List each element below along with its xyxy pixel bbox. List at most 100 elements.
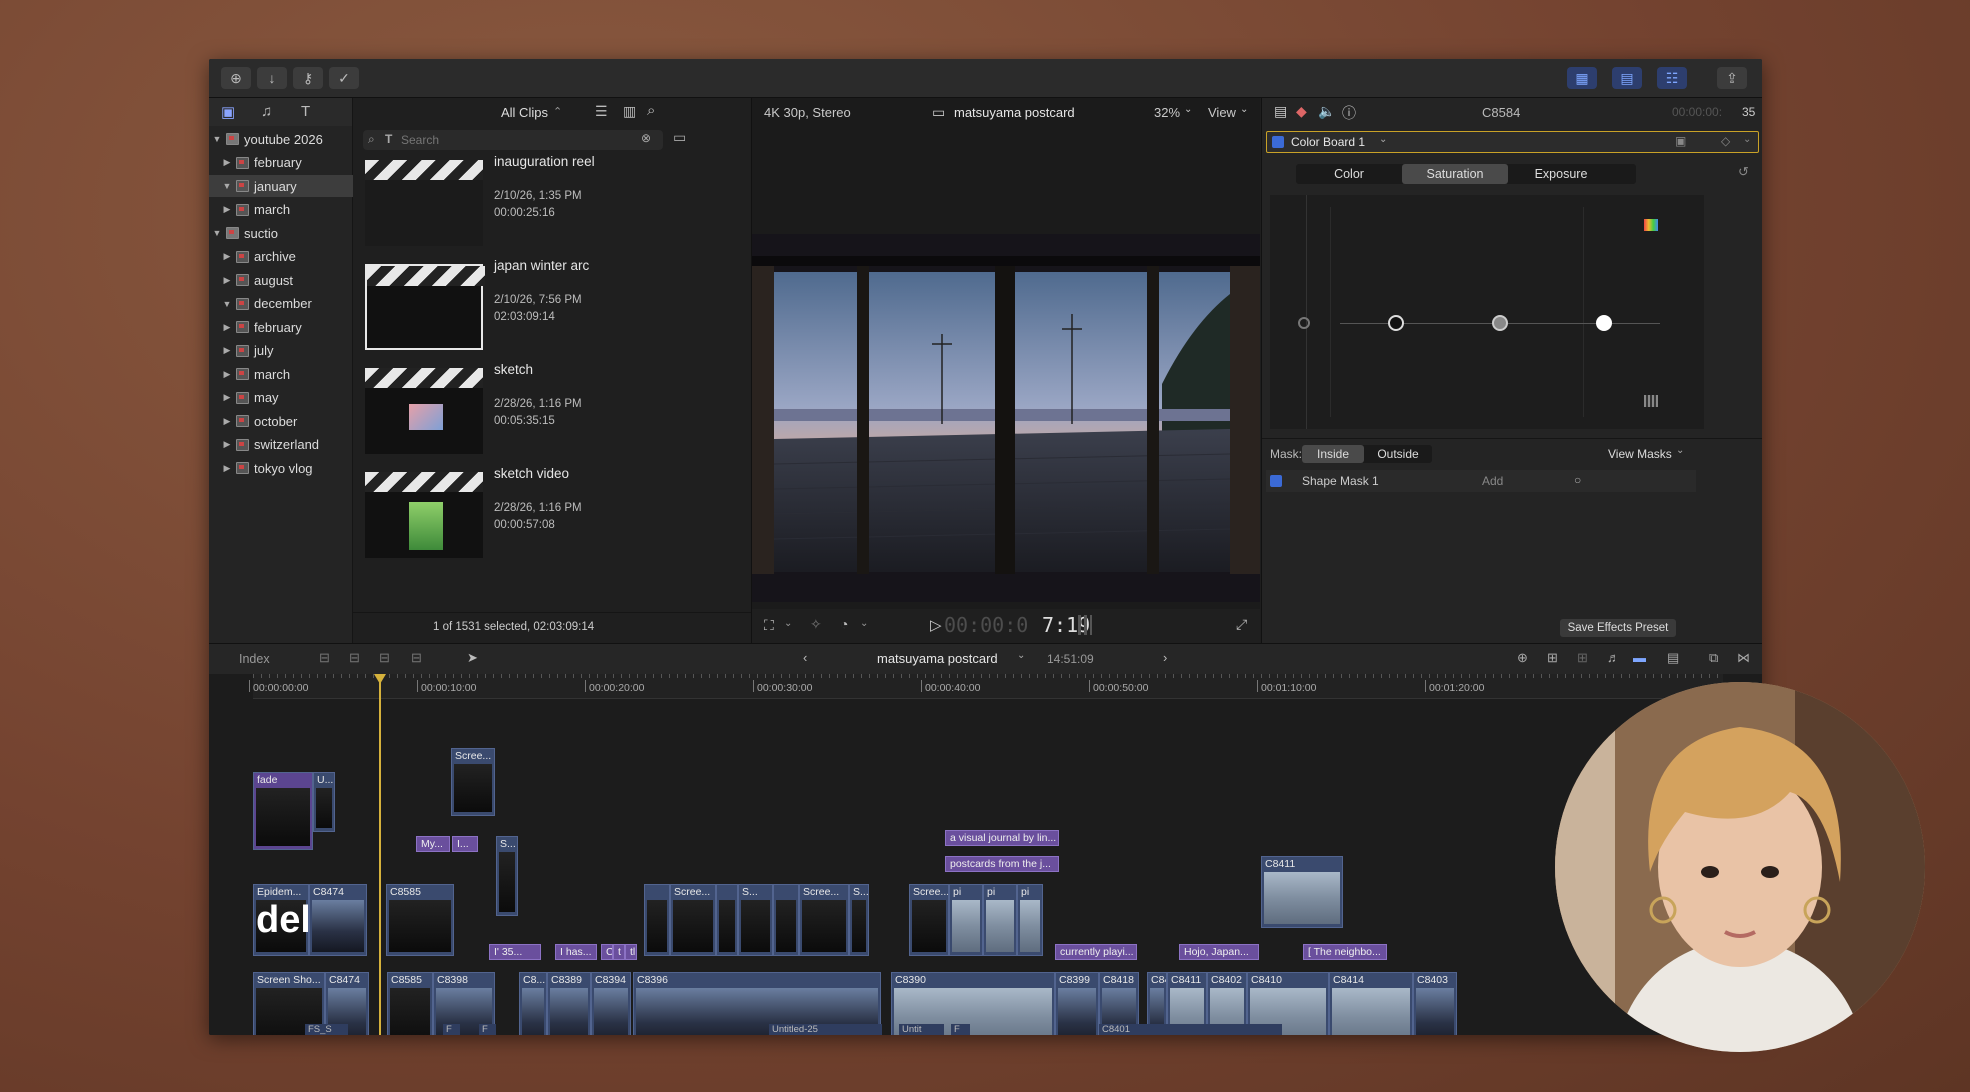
fullscreen-icon[interactable]: ⤢ — [1236, 616, 1247, 633]
upper-clip[interactable]: pi — [1017, 884, 1043, 956]
all-clips-filter[interactable]: All Clips — [501, 105, 548, 120]
enhance-wand-icon[interactable]: ✧ — [810, 616, 822, 633]
key-icon[interactable]: ⚷ — [293, 67, 323, 89]
sidebar-item-october[interactable]: ▶ october — [209, 410, 361, 432]
chevron-down-icon[interactable]: ⌄ — [1379, 134, 1387, 145]
view-masks-menu[interactable]: View Masks — [1608, 447, 1672, 461]
main-clip[interactable]: C8585 — [387, 972, 433, 1035]
upper-clip[interactable]: Scree... — [799, 884, 849, 956]
chevron-down-icon[interactable]: ⌄ — [1240, 104, 1248, 115]
bottom-clip[interactable]: C8401 — [1099, 1024, 1282, 1035]
clip-appearance-icon[interactable]: ▤ — [1667, 650, 1679, 666]
master-puck[interactable] — [1298, 317, 1310, 329]
disclosure-closed-icon[interactable]: ▶ — [221, 416, 233, 427]
title-clip[interactable]: My... — [416, 836, 450, 852]
playhead[interactable] — [379, 674, 381, 1035]
zoom-in-icon[interactable]: ⊕ — [1517, 650, 1528, 666]
titles-generators-icon[interactable]: T — [301, 103, 310, 120]
sidebar-item-february[interactable]: ▶ february — [209, 316, 361, 338]
disclosure-closed-icon[interactable]: ▶ — [221, 157, 233, 168]
midtones-puck[interactable] — [1492, 315, 1508, 331]
sidebar-item-december[interactable]: ▼ december — [209, 293, 361, 315]
disclosure-closed-icon[interactable]: ▶ — [221, 251, 233, 262]
zoom-level[interactable]: 32% — [1154, 105, 1180, 120]
upper-clip[interactable]: Epidem... del — [253, 884, 309, 956]
forward-arrow-icon[interactable]: › — [1163, 650, 1167, 665]
photos-audio-icon[interactable]: ♫ — [261, 103, 272, 120]
main-clip[interactable]: C8399 — [1055, 972, 1099, 1035]
upper-clip[interactable]: S... — [496, 836, 518, 916]
text-filter-icon[interactable]: T — [385, 132, 392, 146]
upper-clip[interactable]: S... — [738, 884, 773, 956]
play-icon[interactable]: ▷ — [930, 616, 942, 634]
highlights-puck[interactable] — [1596, 315, 1612, 331]
upper-clip[interactable]: C8474 — [309, 884, 367, 956]
clip-title[interactable]: sketch — [494, 362, 533, 377]
sidebar-item-tokyo-vlog[interactable]: ▶ tokyo vlog — [209, 457, 361, 479]
disclosure-open-icon[interactable]: ▼ — [221, 299, 233, 309]
title-clip[interactable]: [ The neighbo... — [1303, 944, 1387, 960]
sidebar-item-may[interactable]: ▶ may — [209, 387, 361, 409]
check-circle-icon[interactable]: ✓ — [329, 67, 359, 89]
filmstrip-toggle-icon[interactable]: ▭ — [673, 129, 686, 146]
effect-label[interactable]: Color Board 1 — [1291, 135, 1365, 149]
chevron-down-icon[interactable]: ⌄ — [860, 618, 868, 629]
back-arrow-icon[interactable]: ‹ — [803, 650, 807, 665]
mask-icon[interactable]: ▣ — [1675, 134, 1686, 148]
bottom-clip[interactable]: F — [443, 1024, 460, 1035]
search-icon[interactable]: ⌕ — [647, 102, 655, 119]
speed-icon[interactable]: ◔ — [840, 616, 848, 632]
tab-exposure[interactable]: Exposure — [1508, 164, 1614, 184]
overwrite-clip-icon[interactable]: ⊟ — [411, 650, 422, 666]
bottom-clip[interactable]: Untit — [899, 1024, 944, 1035]
disclosure-closed-icon[interactable]: ▶ — [221, 275, 233, 286]
disclosure-closed-icon[interactable]: ▶ — [221, 345, 233, 356]
index-button[interactable]: Index — [239, 652, 270, 666]
chevron-down-icon[interactable]: ⌄ — [1184, 104, 1192, 115]
range-icon[interactable]: ⊞ — [1577, 650, 1588, 666]
shape-mask-checkbox[interactable] — [1270, 475, 1282, 487]
sidebar-item-march[interactable]: ▶ march — [209, 363, 361, 385]
connect-clip-icon[interactable]: ⊟ — [319, 650, 330, 666]
title-clip[interactable]: Hojo, Japan... — [1179, 944, 1259, 960]
bottom-clip[interactable]: FS_S — [305, 1024, 348, 1035]
clip-title[interactable]: inauguration reel — [494, 154, 595, 169]
ellipse-mask-icon[interactable]: ○ — [1574, 473, 1581, 487]
title-clip[interactable]: I... — [452, 836, 478, 852]
keyframe-icon[interactable]: ◇ — [1721, 134, 1730, 148]
upper-clip[interactable]: S... — [849, 884, 869, 956]
title-clip[interactable]: I' 35... — [489, 944, 541, 960]
disclosure-closed-icon[interactable]: ▶ — [221, 392, 233, 403]
upper-clip[interactable]: C8585 — [386, 884, 454, 956]
title-clip[interactable]: t — [613, 944, 625, 960]
mask-outside-button[interactable]: Outside — [1366, 445, 1430, 463]
disclosure-closed-icon[interactable]: ▶ — [221, 369, 233, 380]
blade-icon[interactable]: ⊞ — [1547, 650, 1558, 666]
upper-clip[interactable]: C8411 — [1261, 856, 1343, 928]
disclosure-open-icon[interactable]: ▼ — [211, 134, 223, 144]
timeline-project-name[interactable]: matsuyama postcard — [877, 651, 998, 666]
share-icon[interactable]: ⇪ — [1717, 67, 1747, 89]
chevron-down-icon[interactable]: ⌄ — [784, 618, 792, 629]
clip-title[interactable]: sketch video — [494, 466, 569, 481]
title-clip[interactable]: postcards from the j... — [945, 856, 1059, 872]
upper-clip[interactable] — [773, 884, 799, 956]
sidebar-item-july[interactable]: ▶ july — [209, 340, 361, 362]
upper-clip[interactable] — [644, 884, 670, 956]
main-clip[interactable]: C8394 — [591, 972, 631, 1035]
sidebar-item-august[interactable]: ▶ august — [209, 269, 361, 291]
upper-clip[interactable]: pi — [983, 884, 1017, 956]
tab-color[interactable]: Color — [1296, 164, 1402, 184]
disclosure-closed-icon[interactable]: ▶ — [221, 322, 233, 333]
upper-clip[interactable] — [716, 884, 738, 956]
chevron-down-icon[interactable]: ⌄ — [1676, 445, 1684, 456]
select-tool-icon[interactable]: ➤ — [467, 650, 478, 666]
add-mask-menu[interactable]: Add — [1482, 474, 1503, 488]
libraries-icon[interactable]: ▣ — [221, 103, 235, 121]
clip-thumbnail[interactable] — [365, 368, 483, 454]
effect-selector[interactable]: Color Board 1 ⌄ ▣ ◇ ⌄ — [1266, 131, 1759, 153]
audio-inspector-icon[interactable]: 🔈 — [1318, 103, 1335, 120]
main-clip[interactable]: C8... — [519, 972, 547, 1035]
title-clip[interactable]: a visual journal by lin... — [945, 830, 1059, 846]
chevron-updown-icon[interactable]: ⌃ — [553, 105, 562, 118]
